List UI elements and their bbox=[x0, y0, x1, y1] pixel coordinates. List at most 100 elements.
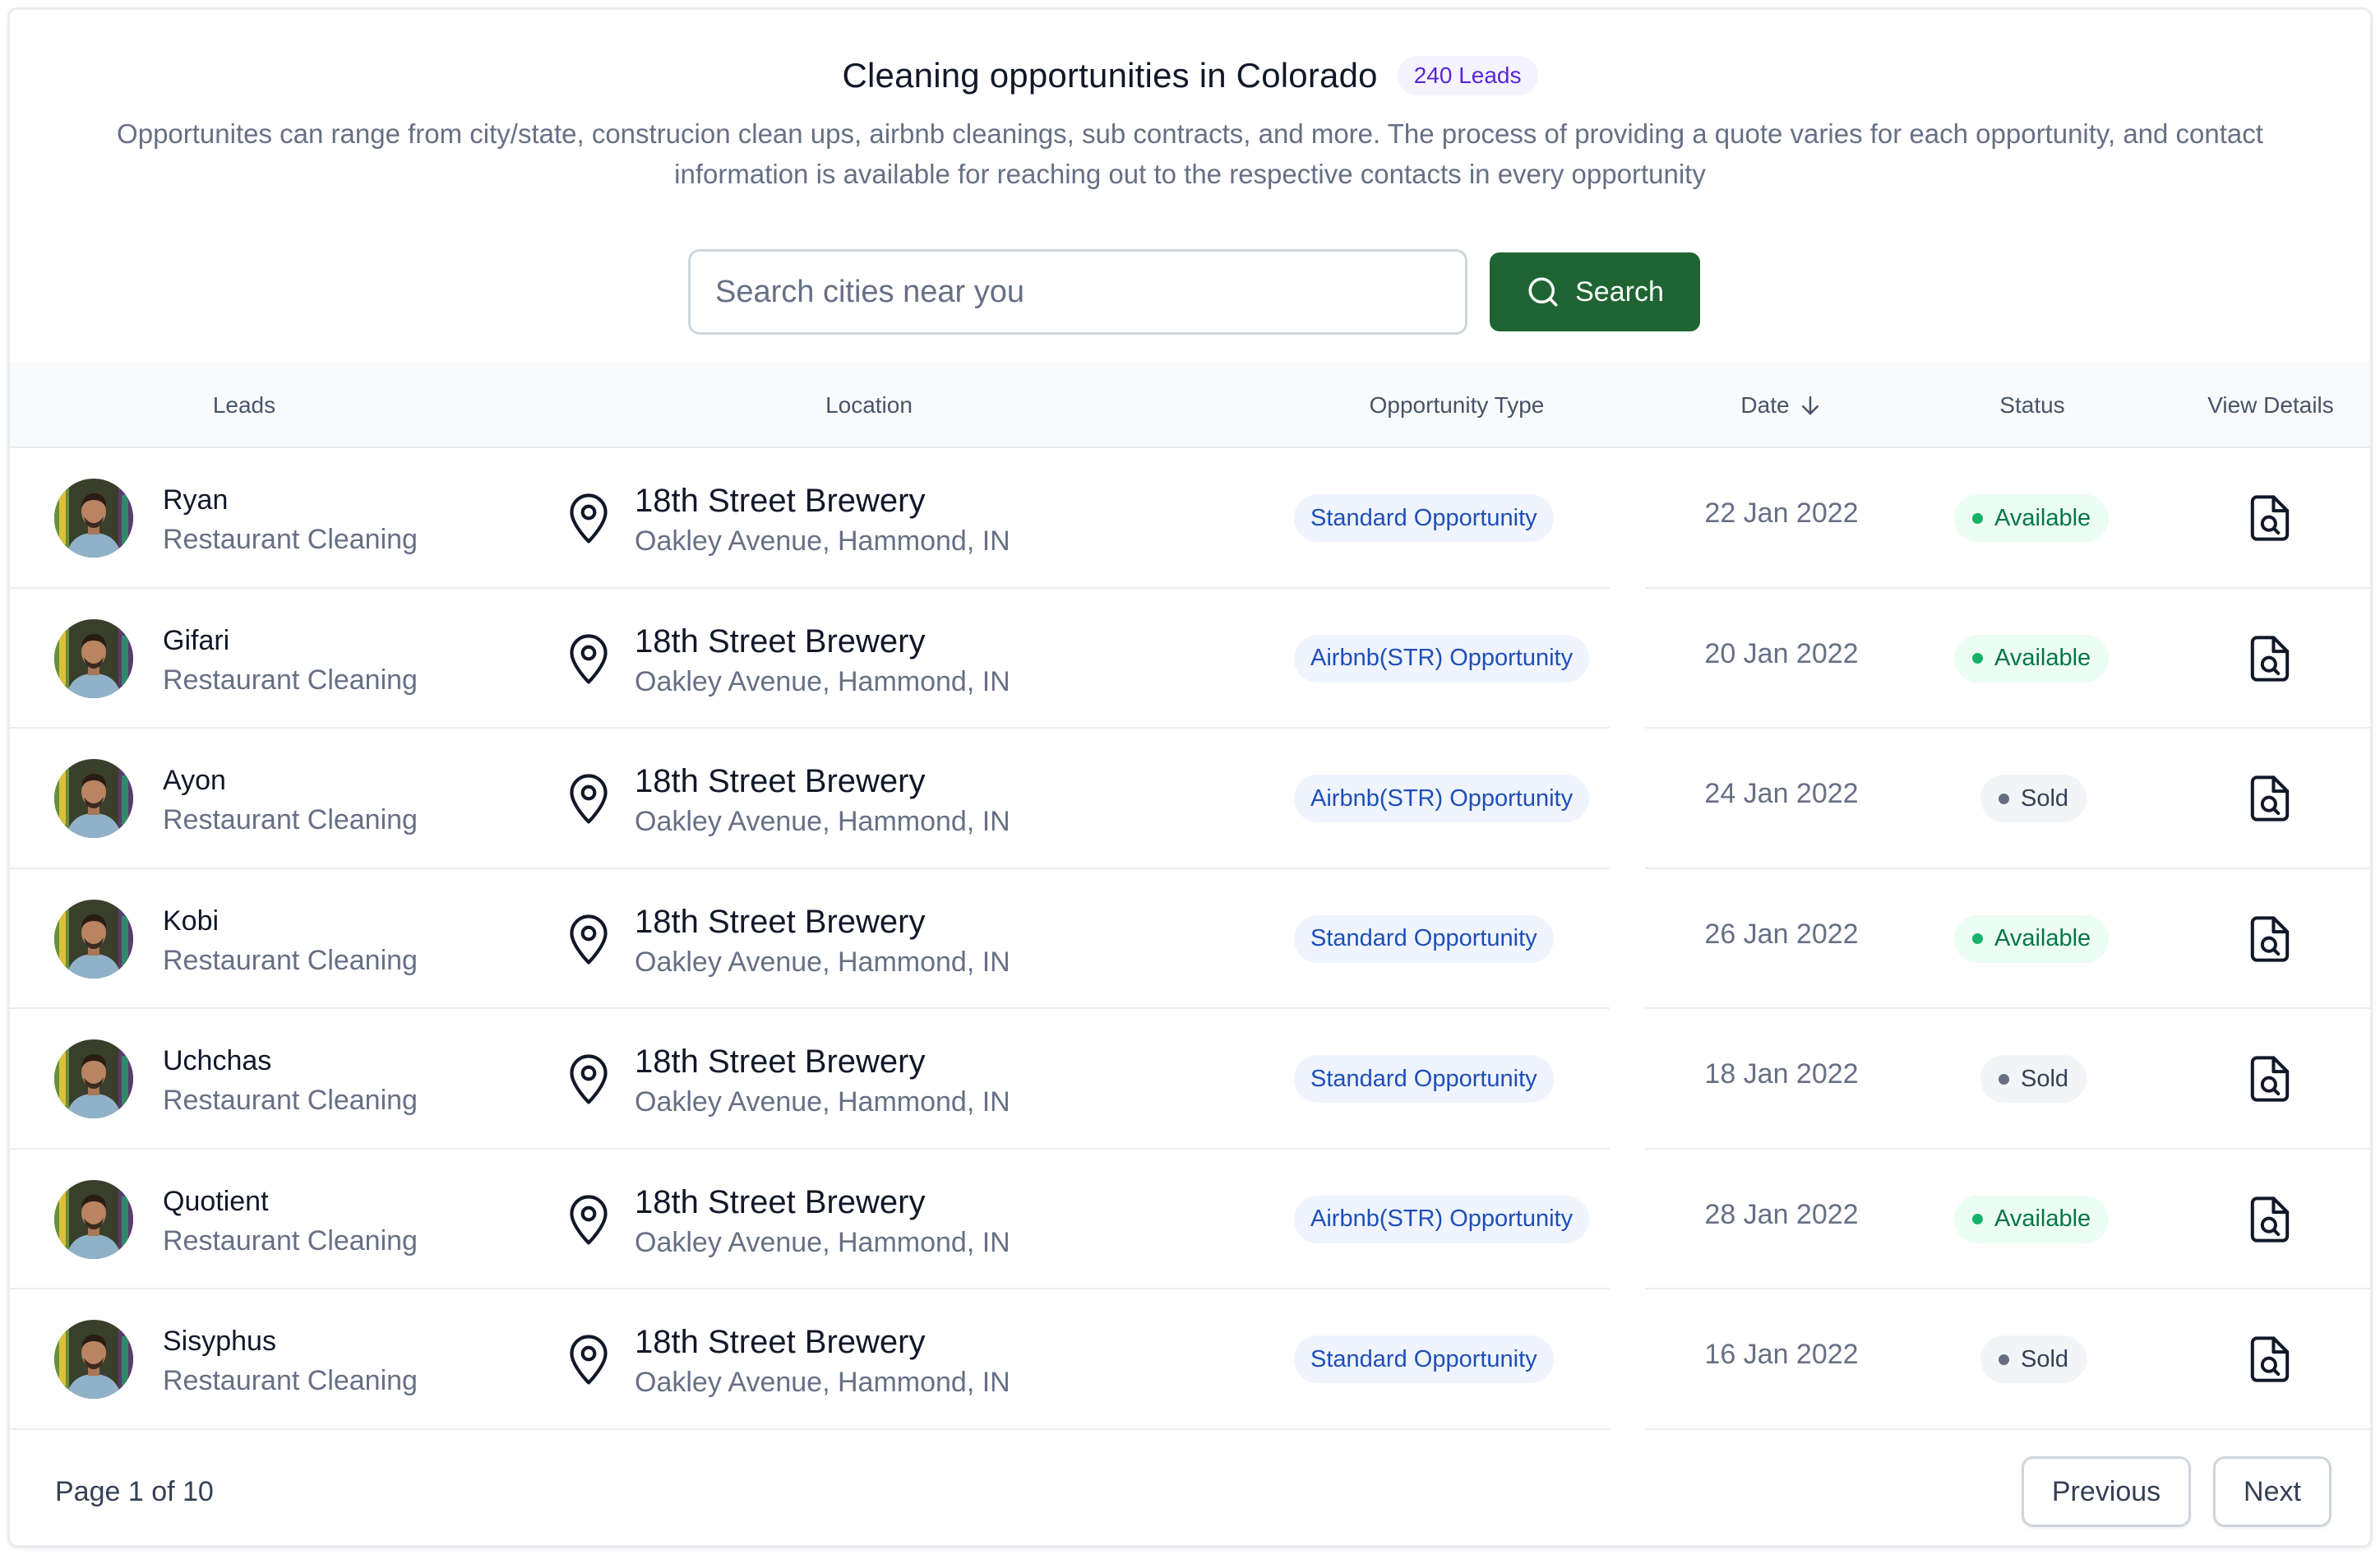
lead-date: 28 Jan 2022 bbox=[1704, 1198, 1859, 1230]
status-dot bbox=[1999, 1354, 2009, 1365]
location-name: 18th Street Brewery bbox=[635, 1044, 926, 1080]
lead-category: Restaurant Cleaning bbox=[163, 664, 418, 696]
status-badge: Sold bbox=[1980, 1055, 2087, 1103]
map-pin-icon bbox=[570, 774, 608, 824]
file-search-icon[interactable] bbox=[2249, 1335, 2290, 1383]
location-address: Oakley Avenue, Hammond, IN bbox=[635, 1367, 1010, 1398]
column-label-opportunity-type: Opportunity Type bbox=[1369, 391, 1545, 418]
map-pin-icon bbox=[570, 493, 608, 544]
avatar bbox=[54, 618, 133, 698]
leads-count-badge: 240 Leads bbox=[1397, 56, 1538, 95]
opportunity-type-badge: Airbnb(STR) Opportunity bbox=[1294, 634, 1590, 683]
status-label: Available bbox=[1994, 925, 2091, 951]
location-address: Oakley Avenue, Hammond, IN bbox=[635, 1086, 1010, 1118]
status-badge: Available bbox=[1954, 494, 2110, 542]
arrow-down-icon bbox=[1801, 396, 1819, 414]
leads-card: Cleaning opportunities in Colorado 240 L… bbox=[7, 7, 2373, 1548]
status-badge: Available bbox=[1954, 1195, 2110, 1243]
status-label: Sold bbox=[2021, 1345, 2069, 1372]
location-address: Oakley Avenue, Hammond, IN bbox=[635, 665, 1010, 697]
avatar bbox=[54, 479, 133, 558]
column-label-location: Location bbox=[825, 391, 913, 418]
lead-date: 22 Jan 2022 bbox=[1704, 498, 1859, 529]
map-pin-icon bbox=[570, 1054, 608, 1104]
pagination: Page 1 of 10 Previous Next bbox=[10, 1430, 2370, 1545]
opportunity-type-badge: Standard Opportunity bbox=[1294, 1055, 1554, 1103]
lead-category: Restaurant Cleaning bbox=[163, 804, 418, 835]
table-body: Ryan Restaurant Cleaning 18th Street Bre… bbox=[10, 448, 2370, 1430]
opportunity-type-badge: Airbnb(STR) Opportunity bbox=[1294, 775, 1590, 822]
page-description: Opportunites can range from city/state, … bbox=[117, 118, 2263, 189]
page-info: Page 1 of 10 bbox=[55, 1476, 214, 1507]
previous-button[interactable]: Previous bbox=[2022, 1456, 2191, 1527]
file-search-icon[interactable] bbox=[2249, 1196, 2290, 1243]
location-address: Oakley Avenue, Hammond, IN bbox=[635, 525, 1010, 557]
column-header-date[interactable]: Date bbox=[1699, 362, 1864, 448]
map-pin-icon bbox=[570, 1194, 608, 1244]
table-row: Ryan Restaurant Cleaning 18th Street Bre… bbox=[10, 448, 2370, 589]
status-dot bbox=[1972, 933, 1983, 944]
table-row: Sisyphus Restaurant Cleaning 18th Street… bbox=[10, 1289, 2370, 1430]
table-row: Quotient Restaurant Cleaning 18th Street… bbox=[10, 1150, 2370, 1289]
avatar bbox=[54, 1039, 133, 1118]
map-pin-icon bbox=[570, 633, 608, 683]
status-label: Available bbox=[1994, 1206, 2091, 1232]
search-input[interactable] bbox=[688, 249, 1467, 335]
lead-category: Restaurant Cleaning bbox=[163, 944, 418, 976]
table-row: Kobi Restaurant Cleaning 18th Street Bre… bbox=[10, 869, 2370, 1009]
column-label-view-details: View Details bbox=[2207, 391, 2334, 418]
file-search-icon[interactable] bbox=[2249, 635, 2290, 683]
table-row: Ayon Restaurant Cleaning 18th Street Bre… bbox=[10, 729, 2370, 869]
opportunity-type-badge: Standard Opportunity bbox=[1294, 1335, 1554, 1383]
table-row: Uchchas Restaurant Cleaning 18th Street … bbox=[10, 1009, 2370, 1150]
location-name: 18th Street Brewery bbox=[635, 763, 926, 799]
location-name: 18th Street Brewery bbox=[635, 1324, 926, 1360]
file-search-icon[interactable] bbox=[2249, 1055, 2290, 1103]
opportunity-type-badge: Airbnb(STR) Opportunity bbox=[1294, 1195, 1590, 1243]
column-label-status: Status bbox=[1999, 391, 2065, 418]
lead-date: 16 Jan 2022 bbox=[1704, 1339, 1859, 1370]
lead-date: 26 Jan 2022 bbox=[1704, 918, 1859, 950]
column-label-leads: Leads bbox=[212, 391, 276, 418]
column-header-opportunity-type: Opportunity Type bbox=[1325, 362, 1588, 448]
file-search-icon[interactable] bbox=[2249, 775, 2290, 822]
location-name: 18th Street Brewery bbox=[635, 1183, 926, 1220]
lead-name: Ryan bbox=[163, 484, 229, 516]
avatar bbox=[54, 759, 133, 838]
column-header-view-details: View Details bbox=[2172, 362, 2369, 448]
status-badge: Available bbox=[1954, 634, 2110, 683]
status-label: Sold bbox=[2021, 1065, 2069, 1092]
location-address: Oakley Avenue, Hammond, IN bbox=[635, 806, 1010, 837]
table-header: Leads Location Opportunity Type Date Sta… bbox=[10, 362, 2370, 448]
search-button-label: Search bbox=[1575, 275, 1664, 308]
lead-category: Restaurant Cleaning bbox=[163, 1224, 418, 1256]
status-badge: Sold bbox=[1980, 1335, 2087, 1383]
avatar bbox=[54, 1320, 133, 1399]
status-label: Available bbox=[1994, 645, 2091, 671]
map-pin-icon bbox=[570, 1335, 608, 1385]
lead-date: 24 Jan 2022 bbox=[1704, 778, 1859, 809]
map-pin-icon bbox=[570, 914, 608, 964]
status-badge: Sold bbox=[1980, 775, 2087, 822]
lead-name: Quotient bbox=[163, 1185, 269, 1217]
lead-date: 18 Jan 2022 bbox=[1704, 1058, 1859, 1090]
search-button[interactable]: Search bbox=[1490, 252, 1700, 331]
lead-name: Kobi bbox=[163, 905, 220, 937]
location-name: 18th Street Brewery bbox=[635, 483, 926, 519]
status-label: Sold bbox=[2021, 784, 2069, 812]
location-name: 18th Street Brewery bbox=[635, 903, 926, 940]
status-dot bbox=[1972, 653, 1983, 664]
lead-name: Gifari bbox=[163, 624, 230, 656]
lead-name: Sisyphus bbox=[163, 1326, 276, 1357]
status-dot bbox=[1972, 512, 1983, 524]
column-header-location: Location bbox=[766, 362, 972, 448]
file-search-icon[interactable] bbox=[2249, 915, 2290, 963]
header: Cleaning opportunities in Colorado 240 L… bbox=[10, 56, 2370, 95]
next-button[interactable]: Next bbox=[2213, 1456, 2331, 1527]
status-badge: Available bbox=[1954, 914, 2110, 963]
location-address: Oakley Avenue, Hammond, IN bbox=[635, 946, 1010, 978]
lead-category: Restaurant Cleaning bbox=[163, 1085, 418, 1116]
location-address: Oakley Avenue, Hammond, IN bbox=[635, 1226, 1010, 1258]
file-search-icon[interactable] bbox=[2249, 494, 2290, 542]
location-name: 18th Street Brewery bbox=[635, 622, 926, 659]
